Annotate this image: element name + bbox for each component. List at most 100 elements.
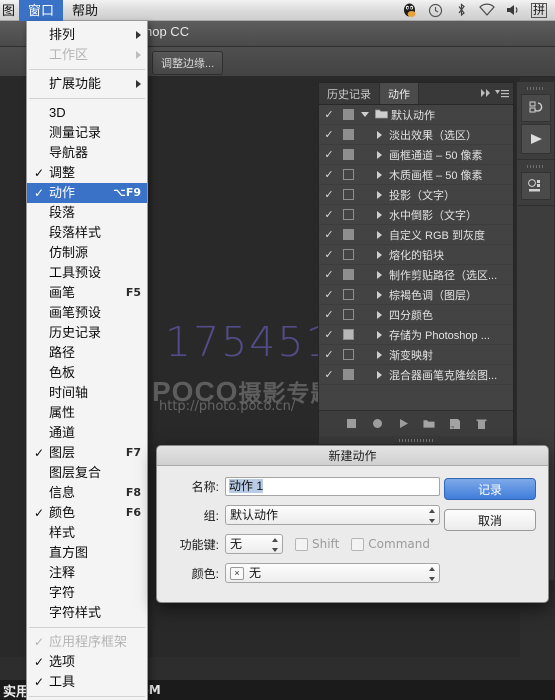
action-enabled-check-icon[interactable]: ✓ <box>319 288 339 301</box>
actions-panel-icon[interactable] <box>521 124 551 154</box>
menu-item-21[interactable]: 通道 <box>27 423 147 443</box>
menu-item-30[interactable]: 字符样式 <box>27 603 147 623</box>
action-row[interactable]: ✓自定义 RGB 到灰度 <box>319 225 513 245</box>
panel-resize-grip[interactable] <box>319 436 513 444</box>
action-enabled-check-icon[interactable]: ✓ <box>319 108 339 121</box>
action-enabled-check-icon[interactable]: ✓ <box>319 208 339 221</box>
cancel-button[interactable]: 取消 <box>444 509 536 531</box>
dock-grip-2[interactable] <box>517 163 554 170</box>
action-dialog-toggle-icon[interactable] <box>339 309 357 320</box>
input-method-icon[interactable]: 拼 <box>527 0 551 21</box>
action-dialog-toggle-icon[interactable] <box>339 369 357 380</box>
action-dialog-toggle-icon[interactable] <box>339 109 357 120</box>
action-enabled-check-icon[interactable]: ✓ <box>319 268 339 281</box>
twisty-right-icon[interactable] <box>371 331 387 339</box>
action-dialog-toggle-icon[interactable] <box>339 169 357 180</box>
action-dialog-toggle-icon[interactable] <box>339 129 357 140</box>
menu-item-28[interactable]: 注释 <box>27 563 147 583</box>
action-enabled-check-icon[interactable]: ✓ <box>319 128 339 141</box>
qq-icon[interactable] <box>397 0 421 21</box>
action-enabled-check-icon[interactable]: ✓ <box>319 148 339 161</box>
action-row[interactable]: ✓投影（文字） <box>319 185 513 205</box>
action-dialog-toggle-icon[interactable] <box>339 269 357 280</box>
menu-item-34[interactable]: ✓工具 <box>27 672 147 692</box>
volume-icon[interactable] <box>501 0 525 21</box>
action-enabled-check-icon[interactable]: ✓ <box>319 328 339 341</box>
menu-item-12[interactable]: 仿制源 <box>27 243 147 263</box>
tab-history[interactable]: 历史记录 <box>319 83 380 104</box>
action-enabled-check-icon[interactable]: ✓ <box>319 248 339 261</box>
menu-item-8[interactable]: ✓调整 <box>27 163 147 183</box>
window-menu-dropdown[interactable]: 排列工作区扩展功能3D测量记录导航器✓调整✓动作⌥F9段落段落样式仿制源工具预设… <box>26 21 148 700</box>
panel-menu-icon[interactable] <box>495 85 509 103</box>
twisty-right-icon[interactable] <box>371 191 387 199</box>
stop-icon[interactable] <box>345 418 357 430</box>
action-dialog-toggle-icon[interactable] <box>339 149 357 160</box>
time-machine-icon[interactable] <box>423 0 447 21</box>
action-row[interactable]: ✓制作剪贴路径（选区... <box>319 265 513 285</box>
menu-item-22[interactable]: ✓图层F7 <box>27 443 147 463</box>
menu-item-7[interactable]: 导航器 <box>27 143 147 163</box>
action-enabled-check-icon[interactable]: ✓ <box>319 228 339 241</box>
twisty-right-icon[interactable] <box>371 371 387 379</box>
menu-item-10[interactable]: 段落 <box>27 203 147 223</box>
record-icon[interactable] <box>371 418 383 430</box>
action-enabled-check-icon[interactable]: ✓ <box>319 308 339 321</box>
command-checkbox[interactable]: Command <box>351 537 430 551</box>
new-set-folder-icon[interactable] <box>423 418 435 430</box>
twisty-right-icon[interactable] <box>371 171 387 179</box>
record-button[interactable]: 记录 <box>444 478 536 500</box>
action-dialog-toggle-icon[interactable] <box>339 289 357 300</box>
menu-item-6[interactable]: 测量记录 <box>27 123 147 143</box>
action-row[interactable]: ✓淡出效果（选区） <box>319 125 513 145</box>
menu-item-9[interactable]: ✓动作⌥F9 <box>27 183 147 203</box>
twisty-down-icon[interactable] <box>357 112 373 117</box>
action-row[interactable]: ✓混合器画笔克隆绘图... <box>319 365 513 385</box>
action-row[interactable]: ✓熔化的铅块 <box>319 245 513 265</box>
delete-trash-icon[interactable] <box>475 418 487 430</box>
menu-item-14[interactable]: 画笔F5 <box>27 283 147 303</box>
twisty-right-icon[interactable] <box>371 291 387 299</box>
menu-item-3[interactable]: 扩展功能 <box>27 74 147 94</box>
menu-item-29[interactable]: 字符 <box>27 583 147 603</box>
twisty-right-icon[interactable] <box>371 271 387 279</box>
action-row[interactable]: ✓渐变映射 <box>319 345 513 365</box>
name-input[interactable]: 动作 1 <box>225 477 440 496</box>
menu-item-33[interactable]: ✓选项 <box>27 652 147 672</box>
menu-item-11[interactable]: 段落样式 <box>27 223 147 243</box>
actions-list[interactable]: ✓默认动作✓淡出效果（选区）✓画框通道 – 50 像素✓木质画框 – 50 像素… <box>319 105 513 410</box>
twisty-right-icon[interactable] <box>371 251 387 259</box>
menu-item-24[interactable]: 信息F8 <box>27 483 147 503</box>
action-enabled-check-icon[interactable]: ✓ <box>319 188 339 201</box>
menubar-item-clipped[interactable]: 图 <box>0 0 19 21</box>
action-row[interactable]: ✓水中倒影（文字） <box>319 205 513 225</box>
new-action-icon[interactable] <box>449 418 461 430</box>
action-dialog-toggle-icon[interactable] <box>339 189 357 200</box>
menu-item-18[interactable]: 色板 <box>27 363 147 383</box>
menu-item-16[interactable]: 历史记录 <box>27 323 147 343</box>
color-select[interactable]: × 无 <box>225 563 440 583</box>
twisty-right-icon[interactable] <box>371 211 387 219</box>
play-icon[interactable] <box>397 418 409 430</box>
action-enabled-check-icon[interactable]: ✓ <box>319 368 339 381</box>
action-dialog-toggle-icon[interactable] <box>339 249 357 260</box>
menu-item-15[interactable]: 画笔预设 <box>27 303 147 323</box>
action-enabled-check-icon[interactable]: ✓ <box>319 168 339 181</box>
twisty-right-icon[interactable] <box>371 231 387 239</box>
dock-grip[interactable] <box>517 85 554 92</box>
wifi-icon[interactable] <box>475 0 499 21</box>
menu-item-13[interactable]: 工具预设 <box>27 263 147 283</box>
history-panel-icon[interactable] <box>521 94 551 122</box>
twisty-right-icon[interactable] <box>371 351 387 359</box>
action-dialog-toggle-icon[interactable] <box>339 329 357 340</box>
action-row[interactable]: ✓存储为 Photoshop ... <box>319 325 513 345</box>
menu-item-0[interactable]: 排列 <box>27 25 147 45</box>
action-row[interactable]: ✓四分颜色 <box>319 305 513 325</box>
menu-item-20[interactable]: 属性 <box>27 403 147 423</box>
function-key-select[interactable]: 无 <box>225 534 283 554</box>
3d-panel-icon[interactable] <box>521 172 551 200</box>
menu-item-5[interactable]: 3D <box>27 103 147 123</box>
bluetooth-icon[interactable] <box>449 0 473 21</box>
menu-item-27[interactable]: 直方图 <box>27 543 147 563</box>
action-dialog-toggle-icon[interactable] <box>339 229 357 240</box>
